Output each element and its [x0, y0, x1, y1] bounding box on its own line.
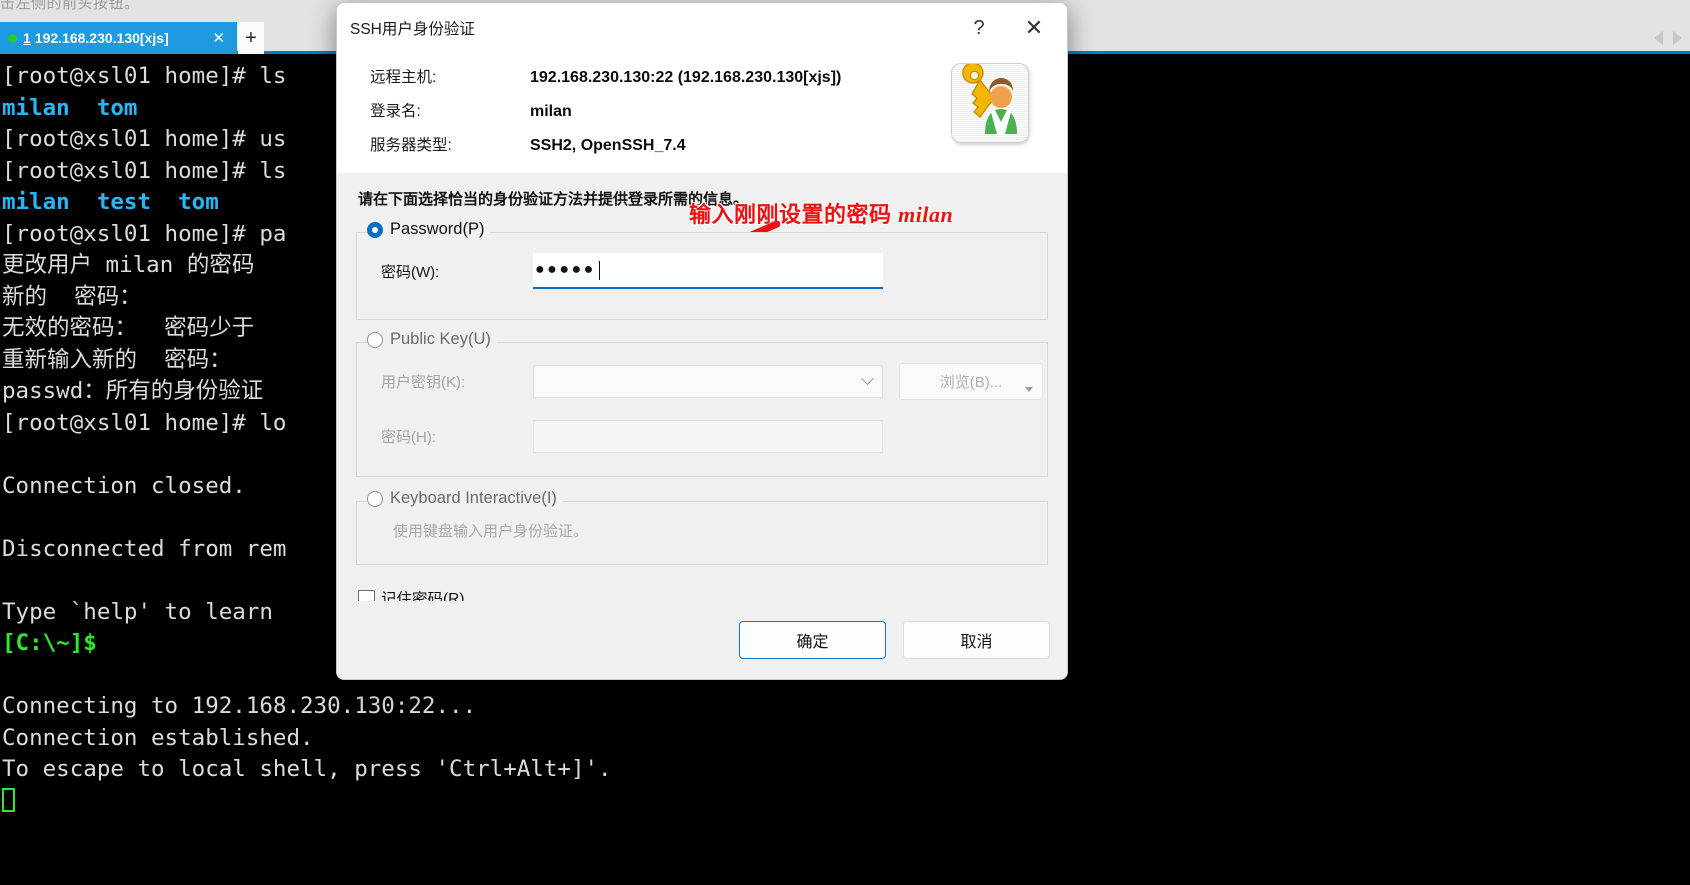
- publickey-radio-row[interactable]: Public Key(U): [367, 330, 497, 349]
- ok-button[interactable]: 确定: [739, 621, 886, 659]
- publickey-group: Public Key(U) 用户密钥(K): 浏览(B)... 密码(H):: [356, 330, 1048, 477]
- passphrase-field-label: 密码(H):: [381, 429, 436, 446]
- app-root: 击左侧的前头按钮。 1 192.168.230.130[xjs] ✕ + [ro…: [0, 0, 1690, 885]
- keyboard-radio[interactable]: [367, 490, 383, 507]
- password-group: Password(P) 密码(W): ●●●●●: [356, 220, 1048, 320]
- key-user-icon: [951, 63, 1029, 143]
- tab-index-label: 1: [23, 30, 31, 46]
- close-icon[interactable]: ✕: [1009, 3, 1059, 53]
- userkey-field-row: 用户密钥(K): 浏览(B)...: [357, 363, 1047, 400]
- info-value: 192.168.230.130:22 (192.168.230.130[xjs]…: [530, 69, 842, 86]
- info-value: SSH2, OpenSSH_7.4: [530, 137, 686, 154]
- chevron-down-icon: [861, 372, 874, 386]
- caret-left-icon[interactable]: [1654, 31, 1663, 45]
- dialog-body: 请在下面选择恰当的身份验证方法并提供登录所需的信息。 输入刚刚设置的密码 mil…: [337, 173, 1067, 619]
- keyboard-interactive-group: Keyboard Interactive(I) 使用键盘输入用户身份验证。: [356, 489, 1048, 565]
- passphrase-field-row: 密码(H):: [357, 420, 1047, 453]
- cursor-box-icon: [2, 787, 15, 812]
- top-hint-text: 击左侧的前头按钮。: [0, 0, 140, 12]
- new-tab-button[interactable]: +: [238, 22, 264, 54]
- keyboard-radio-row[interactable]: Keyboard Interactive(I): [367, 489, 563, 508]
- tab-session-1[interactable]: 1 192.168.230.130[xjs] ✕: [0, 22, 237, 54]
- terminal-line: Connecting to 192.168.230.130:22...: [2, 693, 477, 719]
- close-icon[interactable]: ✕: [206, 31, 231, 46]
- userkey-field-label: 用户密钥(K):: [381, 374, 466, 391]
- password-field-row: 密码(W): ●●●●●: [357, 253, 1047, 289]
- publickey-radio-label: Public Key(U): [390, 330, 491, 348]
- password-masked-value: ●●●●●: [535, 261, 596, 278]
- annotation-latin: milan: [898, 202, 954, 227]
- info-label: 服务器类型:: [370, 137, 452, 154]
- caret-right-icon[interactable]: [1673, 31, 1682, 45]
- info-label: 登录名:: [370, 103, 421, 120]
- userkey-select[interactable]: [533, 365, 883, 398]
- help-icon[interactable]: ?: [957, 3, 1001, 53]
- dialog-titlebar: SSH用户身份验证 ? ✕: [337, 3, 1067, 53]
- terminal-cursor: [2, 786, 1690, 818]
- info-value: milan: [530, 103, 572, 120]
- browse-button-label: 浏览(B)...: [939, 374, 1003, 391]
- text-caret: [598, 260, 600, 280]
- chevron-down-icon: [1025, 387, 1033, 392]
- cancel-button[interactable]: 取消: [903, 621, 1050, 659]
- password-radio-row[interactable]: Password(P): [367, 220, 491, 239]
- ssh-auth-dialog: SSH用户身份验证 ? ✕ 远程主机: 192.168.230.130:22 (…: [336, 2, 1068, 680]
- connection-info-panel: 远程主机: 192.168.230.130:22 (192.168.230.13…: [337, 53, 1067, 173]
- password-field-label: 密码(W):: [381, 263, 440, 281]
- terminal-line: Connection established.: [2, 724, 314, 751]
- browse-button[interactable]: 浏览(B)...: [899, 363, 1043, 400]
- passphrase-input[interactable]: [533, 420, 883, 453]
- connection-status-dot-icon: [8, 33, 17, 43]
- keyboard-radio-label: Keyboard Interactive(I): [390, 489, 557, 507]
- password-radio[interactable]: [367, 221, 383, 238]
- password-input[interactable]: ●●●●●: [533, 253, 883, 289]
- tab-title-label: 192.168.230.130[xjs]: [34, 30, 169, 46]
- annotation-cjk: 输入刚刚设置的密码: [689, 202, 899, 227]
- annotation-text: 输入刚刚设置的密码 milan: [689, 197, 953, 229]
- password-radio-label: Password(P): [390, 220, 485, 238]
- info-label: 远程主机:: [370, 69, 437, 86]
- publickey-radio[interactable]: [367, 331, 383, 348]
- dialog-footer: 确定 取消: [337, 601, 1067, 679]
- dialog-title: SSH用户身份验证: [350, 21, 475, 38]
- tab-scroll-arrows: [1654, 31, 1682, 45]
- terminal-line: To escape to local shell, press 'Ctrl+Al…: [2, 756, 612, 782]
